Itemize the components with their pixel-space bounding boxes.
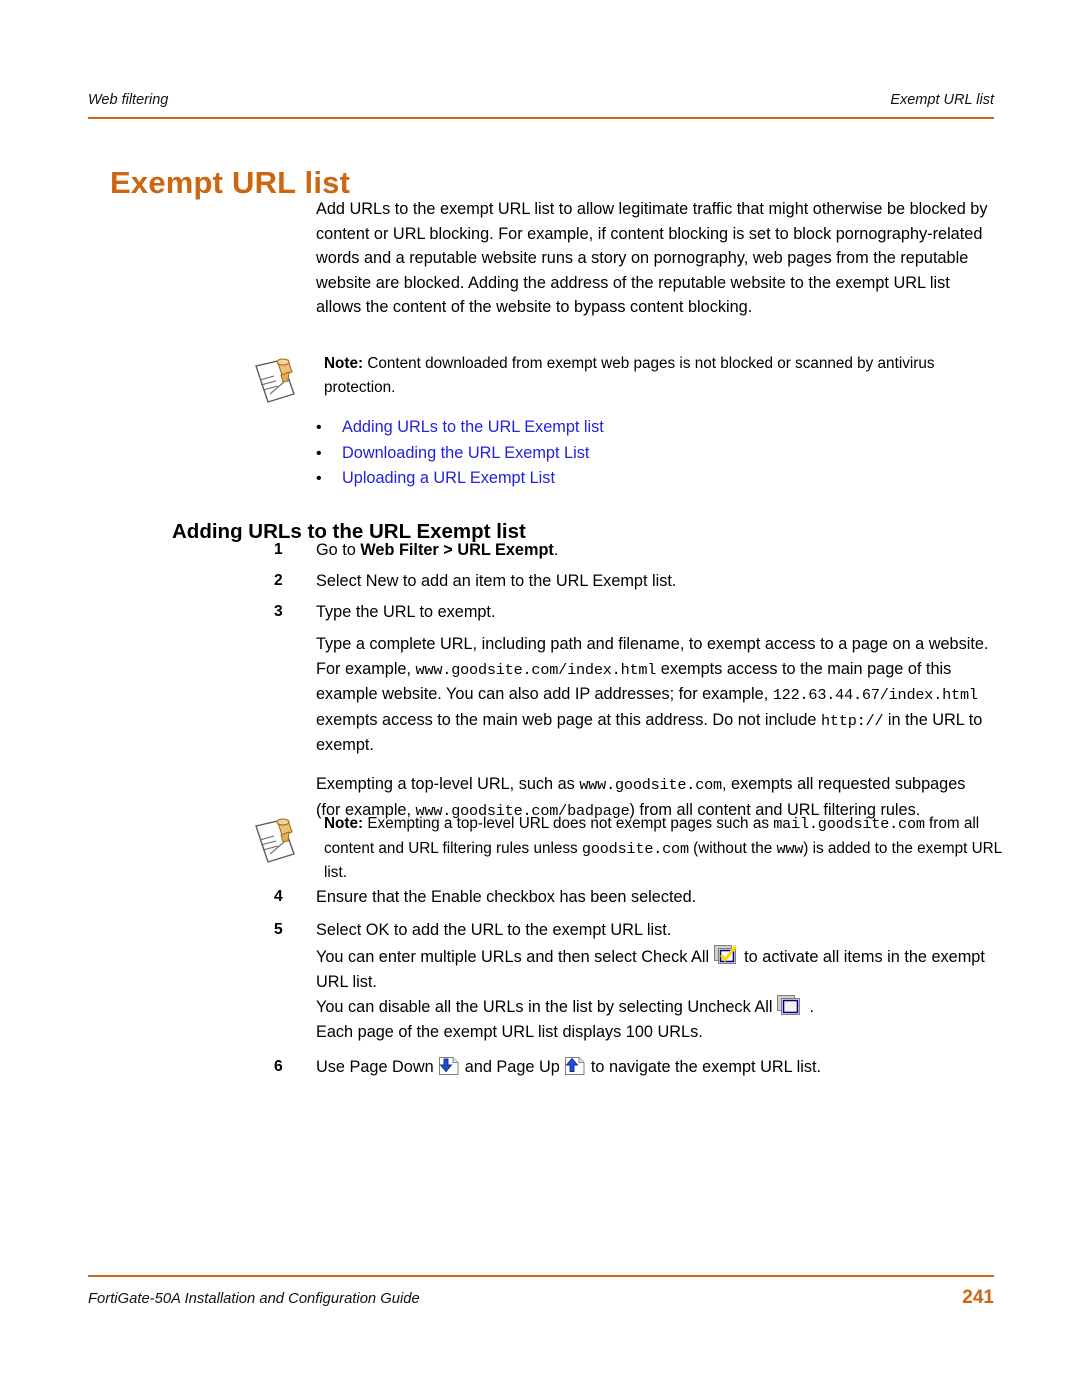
step-text: Use Page Down and Page Up to navigate th…: [316, 1055, 994, 1079]
step-number: 1: [274, 541, 283, 558]
page-down-icon[interactable]: [438, 1056, 460, 1076]
list-item[interactable]: • Downloading the URL Exempt List: [316, 441, 916, 467]
text-frag: to navigate the exempt URL list.: [590, 1058, 822, 1076]
step-text: Type the URL to exempt.: [316, 603, 496, 621]
running-header-left: Web filtering: [88, 92, 169, 108]
text-frag: Use Page Down: [316, 1058, 434, 1076]
step-5-note-check-all: You can enter multiple URLs and then sel…: [316, 945, 994, 995]
step-text: Ensure that the Enable checkbox has been…: [316, 888, 697, 906]
note-pin-icon: [248, 814, 302, 866]
note-pin-icon: [248, 354, 302, 406]
step-2: 2 Select New to add an item to the URL E…: [274, 569, 994, 593]
note-block-1: Note: Content downloaded from exempt web…: [248, 352, 1008, 403]
text-frag: Exempting a top-level URL, such as: [316, 774, 580, 793]
document-page: Web filtering Exempt URL list Exempt URL…: [0, 0, 1080, 1397]
step-5-note-uncheck-all: You can disable all the URLs in the list…: [316, 995, 994, 1020]
step-3-explanation: Type a complete URL, including path and …: [316, 632, 994, 823]
cross-reference-list: • Adding URLs to the URL Exempt list • D…: [316, 415, 916, 492]
running-header: Web filtering Exempt URL list: [88, 92, 994, 108]
note-label-1: Note:: [324, 355, 364, 372]
page-number: 241: [962, 1287, 994, 1308]
list-item[interactable]: • Adding URLs to the URL Exempt list: [316, 415, 916, 441]
page-footer: FortiGate-50A Installation and Configura…: [88, 1287, 994, 1309]
bullet-icon: •: [316, 419, 322, 436]
step-number: 2: [274, 572, 283, 589]
step-5-note-page-size: Each page of the exempt URL list display…: [316, 1020, 994, 1045]
text-frag: Exempting a top-level URL does not exemp…: [363, 815, 774, 832]
header-rule: [88, 117, 994, 119]
link-uploading-list[interactable]: Uploading a URL Exempt List: [342, 466, 555, 492]
note-text-2: Note: Exempting a top-level URL does not…: [324, 812, 1002, 885]
step-number: 5: [274, 921, 283, 938]
step-4: 4 Ensure that the Enable checkbox has be…: [274, 885, 994, 909]
example-mail-url: mail.goodsite.com: [773, 815, 925, 833]
step-3-paragraph-1: Type a complete URL, including path and …: [316, 632, 994, 758]
note-label-2: Note:: [324, 815, 364, 832]
check-all-icon[interactable]: [713, 945, 740, 967]
uncheck-all-icon[interactable]: [776, 995, 805, 1017]
step-3: 3 Type the URL to exempt.: [274, 600, 994, 624]
example-url-1: www.goodsite.com/index.html: [415, 660, 657, 679]
intro-paragraph: Add URLs to the exempt URL list to allow…: [316, 200, 988, 317]
footer-guide-title: FortiGate-50A Installation and Configura…: [88, 1291, 420, 1307]
procedure-steps-bottom: 4 Ensure that the Enable checkbox has be…: [274, 885, 994, 1088]
note-text-1: Note: Content downloaded from exempt web…: [324, 352, 1002, 399]
step-1: 1 Go to Web Filter > URL Exempt.: [274, 538, 994, 562]
example-url-2: www.goodsite.com: [579, 775, 722, 794]
step-text-pre: Go to: [316, 541, 361, 559]
page-up-icon[interactable]: [564, 1056, 586, 1076]
bullet-icon: •: [316, 470, 322, 487]
list-item[interactable]: • Uploading a URL Exempt List: [316, 466, 916, 492]
step-5: 5 Select OK to add the URL to the exempt…: [274, 918, 994, 942]
running-header-right: Exempt URL list: [890, 92, 994, 108]
footer-rule: [88, 1275, 994, 1277]
step-6: 6 Use Page Down and Page Up to navigate …: [274, 1055, 994, 1079]
step-text: Select New to add an item to the URL Exe…: [316, 572, 677, 590]
text-frag: exempts access to the main web page at t…: [316, 710, 821, 729]
bullet-icon: •: [316, 444, 322, 462]
note-body-1: Content downloaded from exempt web pages…: [324, 355, 935, 396]
text-frag: You can enter multiple URLs and then sel…: [316, 948, 710, 966]
step-text: Select OK to add the URL to the exempt U…: [316, 921, 672, 939]
step-text-post: .: [553, 541, 559, 559]
note-block-2: Note: Exempting a top-level URL does not…: [248, 812, 1008, 885]
procedure-steps-top: 1 Go to Web Filter > URL Exempt. 2 Selec…: [274, 538, 994, 823]
link-adding-urls[interactable]: Adding URLs to the URL Exempt list: [342, 415, 604, 441]
example-domain: goodsite.com: [581, 839, 689, 858]
page-title: Exempt URL list: [110, 164, 351, 200]
link-downloading-list[interactable]: Downloading the URL Exempt List: [342, 441, 589, 467]
example-www: www: [776, 839, 804, 858]
step-text-bold: Web Filter > URL Exempt: [360, 541, 554, 559]
step-number: 6: [274, 1058, 283, 1075]
step-text: Go to Web Filter > URL Exempt.: [316, 538, 994, 562]
intro-block: Add URLs to the exempt URL list to allow…: [316, 197, 994, 334]
step-number: 3: [274, 603, 283, 620]
text-frag: .: [809, 998, 815, 1016]
text-frag: and Page Up: [464, 1058, 560, 1076]
text-frag: You can disable all the URLs in the list…: [316, 998, 773, 1016]
step-number: 4: [274, 888, 283, 905]
text-frag: Each page of the exempt URL list display…: [316, 1023, 703, 1041]
text-frag: (without the: [688, 839, 777, 857]
example-ip-1: 122.63.44.67/index.html: [772, 686, 978, 705]
example-scheme: http://: [821, 711, 884, 730]
